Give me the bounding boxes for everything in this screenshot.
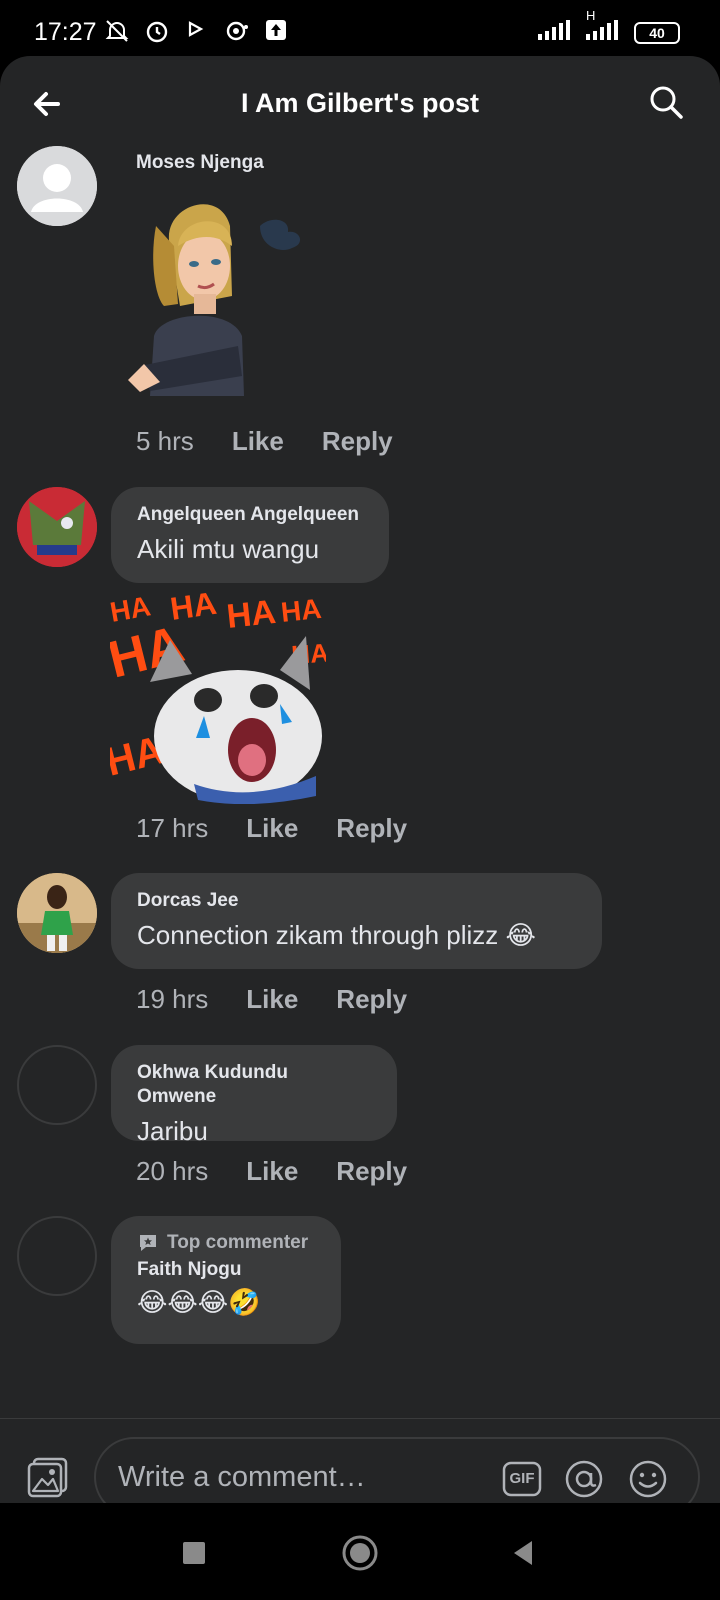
- comment-author[interactable]: Dorcas Jee: [137, 889, 576, 913]
- sticker-word: HA: [225, 593, 278, 636]
- system-navigation-bar: [0, 1503, 720, 1600]
- recents-button[interactable]: [174, 1533, 214, 1573]
- comment-text: Connection zikam through plizz 😂: [137, 920, 536, 950]
- reply-button[interactable]: Reply: [336, 1156, 407, 1187]
- battery-icon: 40: [634, 21, 680, 44]
- comment-time[interactable]: 20 hrs: [136, 1156, 208, 1187]
- comment-bubble[interactable]: Dorcas Jee Connection zikam through pliz…: [111, 873, 602, 969]
- comment-meta: 5 hrs Like Reply: [136, 426, 431, 457]
- mention-button[interactable]: [564, 1459, 604, 1499]
- comment-bubble[interactable]: Okhwa Kudundu Omwene Jaribu: [111, 1045, 397, 1146]
- page-title: I Am Gilbert's post: [241, 88, 479, 118]
- play-store-icon: [184, 18, 210, 44]
- sticker-image[interactable]: [120, 186, 320, 404]
- avatar[interactable]: [17, 487, 97, 567]
- signal-icon: [538, 20, 570, 45]
- top-commenter-badge: Top commenter: [137, 1232, 315, 1254]
- reply-button[interactable]: Reply: [336, 813, 407, 844]
- gif-label: GIF: [509, 1470, 535, 1487]
- search-icon: [650, 86, 683, 119]
- smiley-icon: [629, 1460, 667, 1498]
- like-button[interactable]: Like: [246, 1156, 298, 1187]
- photo-icon: [27, 1457, 68, 1498]
- comment-text: Akili mtu wangu: [137, 534, 320, 564]
- triangle-back-icon: [514, 1541, 532, 1565]
- comment-text: Jaribu: [137, 1116, 208, 1146]
- emoji-button[interactable]: [628, 1459, 668, 1499]
- header: I Am Gilbert's post: [0, 56, 720, 148]
- comment-time[interactable]: 19 hrs: [136, 984, 208, 1015]
- like-button[interactable]: Like: [232, 426, 284, 457]
- comment-author[interactable]: Moses Njenga: [136, 152, 264, 174]
- mute-icon: [104, 18, 130, 44]
- search-button[interactable]: [646, 82, 686, 122]
- alarm-icon: [144, 18, 170, 44]
- back-nav-button[interactable]: [504, 1533, 544, 1573]
- reply-button[interactable]: Reply: [322, 426, 393, 457]
- profile-photo-icon: [17, 873, 97, 953]
- comment-meta: 17 hrs Like Reply: [136, 813, 445, 844]
- signal-h-icon: H: [582, 8, 622, 45]
- upload-icon: [264, 18, 290, 44]
- comment-time[interactable]: 17 hrs: [136, 813, 208, 844]
- status-system-icons: H 40: [538, 8, 680, 45]
- comment-bubble[interactable]: Top commenter Faith Njogu 😂😂😂🤣: [111, 1216, 341, 1344]
- comments-screen: I Am Gilbert's post Moses Njenga 5 hrs L…: [0, 56, 720, 1503]
- comment-text: 😂😂😂🤣: [137, 1287, 261, 1317]
- photo-button[interactable]: [26, 1455, 70, 1499]
- like-button[interactable]: Like: [246, 984, 298, 1015]
- laughing-cat-sticker-icon: HA HA HA HA HA HA HA: [102, 585, 330, 805]
- status-notification-icons: [104, 18, 290, 44]
- like-button[interactable]: Like: [246, 813, 298, 844]
- avatar[interactable]: [17, 146, 97, 226]
- avatar[interactable]: [17, 873, 97, 953]
- comment-author[interactable]: Okhwa Kudundu Omwene: [137, 1061, 371, 1109]
- comment-input-placeholder: Write a comment…: [118, 1461, 366, 1493]
- status-bar: 17:27 H 40: [0, 0, 720, 56]
- comment-bubble[interactable]: Angelqueen Angelqueen Akili mtu wangu: [111, 487, 389, 583]
- profile-photo-icon: [17, 487, 97, 567]
- network-type-label: H: [586, 8, 596, 23]
- at-sign-icon: [565, 1460, 603, 1498]
- comment-author[interactable]: Faith Njogu: [137, 1258, 315, 1282]
- status-time: 17:27: [34, 18, 97, 46]
- top-commenter-icon: [140, 1235, 156, 1251]
- square-icon: [183, 1542, 205, 1564]
- home-button[interactable]: [340, 1533, 380, 1573]
- top-commenter-label: Top commenter: [167, 1232, 309, 1253]
- sticker-word: HA: [279, 593, 322, 628]
- comment-composer: Write a comment… GIF: [0, 1418, 720, 1503]
- battery-level: 40: [649, 24, 665, 41]
- avatar[interactable]: [17, 1045, 97, 1125]
- default-avatar-icon: [17, 146, 97, 226]
- comment-input[interactable]: Write a comment… GIF: [94, 1437, 700, 1503]
- sticker-image[interactable]: HA HA HA HA HA HA HA: [102, 585, 330, 805]
- comment-author[interactable]: Angelqueen Angelqueen: [137, 503, 363, 527]
- comment-meta: 19 hrs Like Reply: [136, 984, 445, 1015]
- comment-meta: 20 hrs Like Reply: [136, 1156, 445, 1187]
- reply-button[interactable]: Reply: [336, 984, 407, 1015]
- circle-icon: [342, 1535, 378, 1571]
- woman-sticker-icon: [128, 204, 301, 396]
- gif-button[interactable]: GIF: [502, 1459, 542, 1499]
- avatar[interactable]: [17, 1216, 97, 1296]
- chat-notification-icon: [224, 18, 250, 44]
- comment-time[interactable]: 5 hrs: [136, 426, 194, 457]
